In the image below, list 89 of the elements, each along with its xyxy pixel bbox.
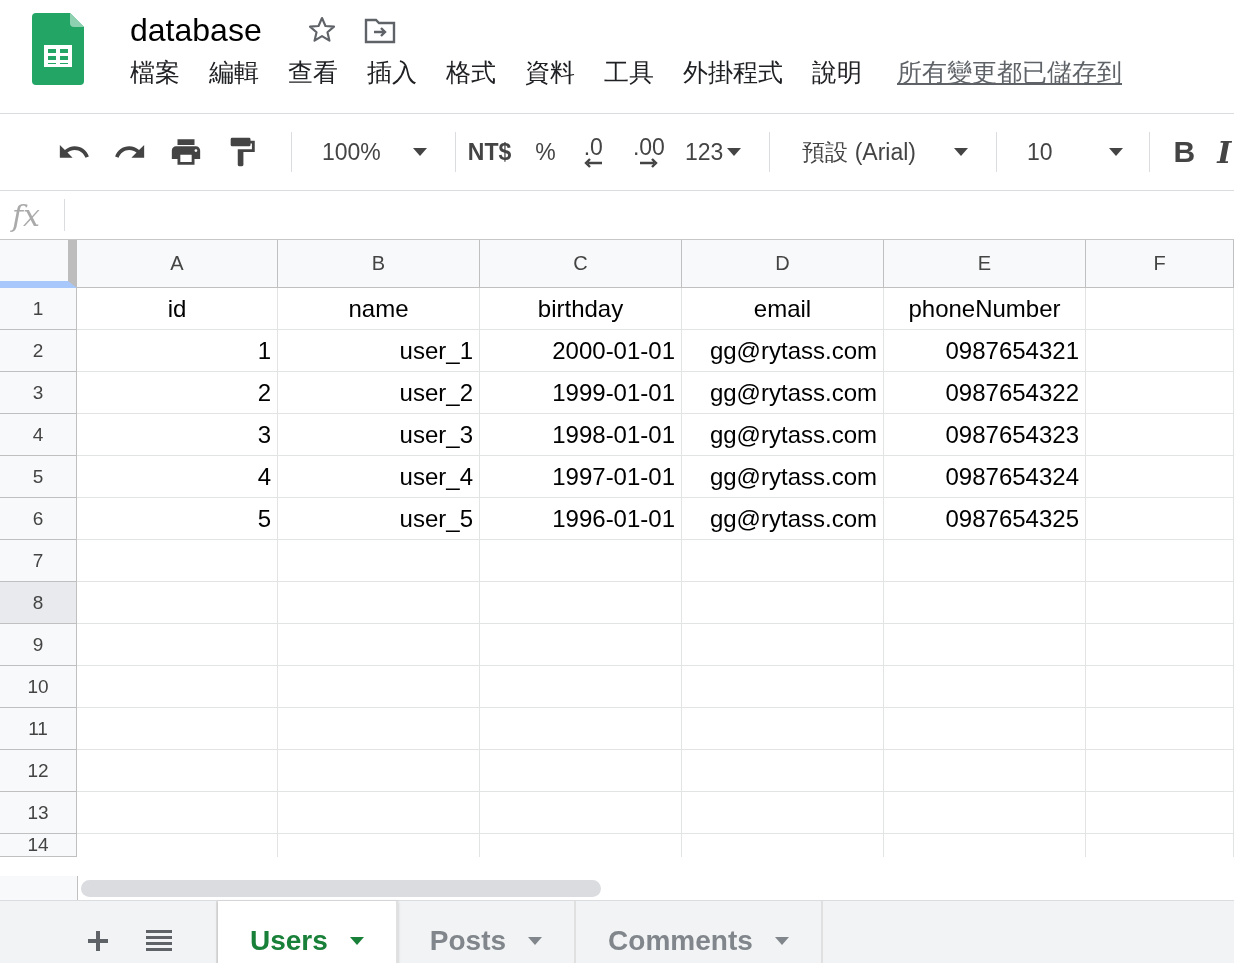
- table-cell: gg@rytass.com: [682, 330, 884, 372]
- row-header[interactable]: 4: [0, 414, 77, 456]
- sheet-tab[interactable]: Users: [218, 901, 398, 963]
- table-cell: 5: [77, 498, 278, 540]
- table-cell: 3: [77, 414, 278, 456]
- more-formats-dropdown[interactable]: 123: [684, 138, 742, 166]
- row-header[interactable]: 11: [0, 708, 77, 750]
- add-sheet-button[interactable]: [86, 929, 110, 953]
- plus-icon: [86, 929, 110, 953]
- table-cell: user_3: [278, 414, 480, 456]
- row-header[interactable]: 2: [0, 330, 77, 372]
- menu-item[interactable]: 插入: [367, 55, 417, 89]
- table-cell: 1996-01-01: [480, 498, 682, 540]
- table-cell: 2000-01-01: [480, 330, 682, 372]
- table-cell: user_5: [278, 498, 480, 540]
- formula-label: fx: [9, 197, 42, 233]
- caret-icon: [349, 937, 364, 945]
- row-header[interactable]: 6: [0, 498, 77, 540]
- left-arrow-icon: [584, 158, 603, 168]
- sheets-logo-icon[interactable]: [32, 13, 84, 85]
- column-header[interactable]: E: [884, 240, 1086, 288]
- row-header[interactable]: 10: [0, 666, 77, 708]
- row-header[interactable]: 14: [0, 834, 77, 857]
- column-header[interactable]: D: [682, 240, 884, 288]
- column-header[interactable]: F: [1086, 240, 1234, 288]
- font-dropdown[interactable]: 預設 (Arial): [802, 136, 968, 168]
- table-cell: user_2: [278, 372, 480, 414]
- horizontal-scrollbar[interactable]: [81, 880, 601, 897]
- zoom-dropdown[interactable]: 100%: [322, 138, 427, 166]
- menu-item[interactable]: 外掛程式: [683, 55, 783, 89]
- row-header[interactable]: 12: [0, 750, 77, 792]
- menu-item[interactable]: 工具: [604, 55, 654, 89]
- caret-icon: [954, 148, 968, 156]
- row-header[interactable]: 3: [0, 372, 77, 414]
- all-sheets-button[interactable]: [146, 929, 172, 953]
- caret-icon: [1108, 148, 1123, 156]
- increase-decimal-button[interactable]: .00: [632, 136, 665, 168]
- table-cell: phoneNumber: [884, 288, 1086, 330]
- table-cell: 0987654325: [884, 498, 1086, 540]
- menu-item[interactable]: 查看: [288, 55, 338, 89]
- table-cell: gg@rytass.com: [682, 456, 884, 498]
- row-header[interactable]: 5: [0, 456, 77, 498]
- table-cell: 1999-01-01: [480, 372, 682, 414]
- percent-format-button[interactable]: %: [535, 138, 556, 166]
- table-cell: 2: [77, 372, 278, 414]
- row-header[interactable]: 8: [0, 582, 77, 624]
- table-cell: birthday: [480, 288, 682, 330]
- column-header[interactable]: B: [278, 240, 480, 288]
- table-cell: 1997-01-01: [480, 456, 682, 498]
- table-cell: 0987654322: [884, 372, 1086, 414]
- italic-button[interactable]: I: [1217, 134, 1232, 170]
- column-header[interactable]: A: [77, 240, 278, 288]
- menu-item[interactable]: 格式: [446, 55, 496, 89]
- caret-icon: [528, 937, 543, 945]
- table-cell: name: [278, 288, 480, 330]
- currency-format-button[interactable]: NT$: [467, 138, 512, 166]
- folder-icon[interactable]: [363, 16, 396, 44]
- table-cell: 0987654321: [884, 330, 1086, 372]
- table-cell: 4: [77, 456, 278, 498]
- table-cell: 0987654323: [884, 414, 1086, 456]
- table-cell: gg@rytass.com: [682, 372, 884, 414]
- table-cell: user_1: [278, 330, 480, 372]
- menu-item[interactable]: 編輯: [209, 55, 259, 89]
- font-size-dropdown[interactable]: 10: [1027, 138, 1123, 166]
- table-cell: 1: [77, 330, 278, 372]
- caret-icon: [727, 148, 742, 156]
- bold-button[interactable]: B: [1173, 135, 1196, 169]
- list-icon: [146, 929, 172, 953]
- right-arrow-icon: [639, 158, 658, 168]
- caret-icon: [774, 937, 789, 945]
- row-header[interactable]: 1: [0, 288, 77, 330]
- menu-item[interactable]: 檔案: [130, 55, 180, 89]
- table-cell: user_4: [278, 456, 480, 498]
- column-header[interactable]: C: [480, 240, 682, 288]
- caret-icon: [412, 148, 427, 156]
- menu-item[interactable]: 資料: [525, 55, 575, 89]
- decrease-decimal-button[interactable]: .0: [583, 136, 603, 168]
- save-status-link[interactable]: 所有變更都已儲存到: [897, 55, 1122, 89]
- table-cell: id: [77, 288, 278, 330]
- table-cell: gg@rytass.com: [682, 498, 884, 540]
- row-header[interactable]: 13: [0, 792, 77, 834]
- menu-item[interactable]: 說明: [812, 55, 862, 89]
- table-cell: 1998-01-01: [480, 414, 682, 456]
- table-cell: email: [682, 288, 884, 330]
- document-title[interactable]: database: [130, 11, 262, 49]
- table-cell: gg@rytass.com: [682, 414, 884, 456]
- table-cell: 0987654324: [884, 456, 1086, 498]
- row-header[interactable]: 9: [0, 624, 77, 666]
- row-header[interactable]: 7: [0, 540, 77, 582]
